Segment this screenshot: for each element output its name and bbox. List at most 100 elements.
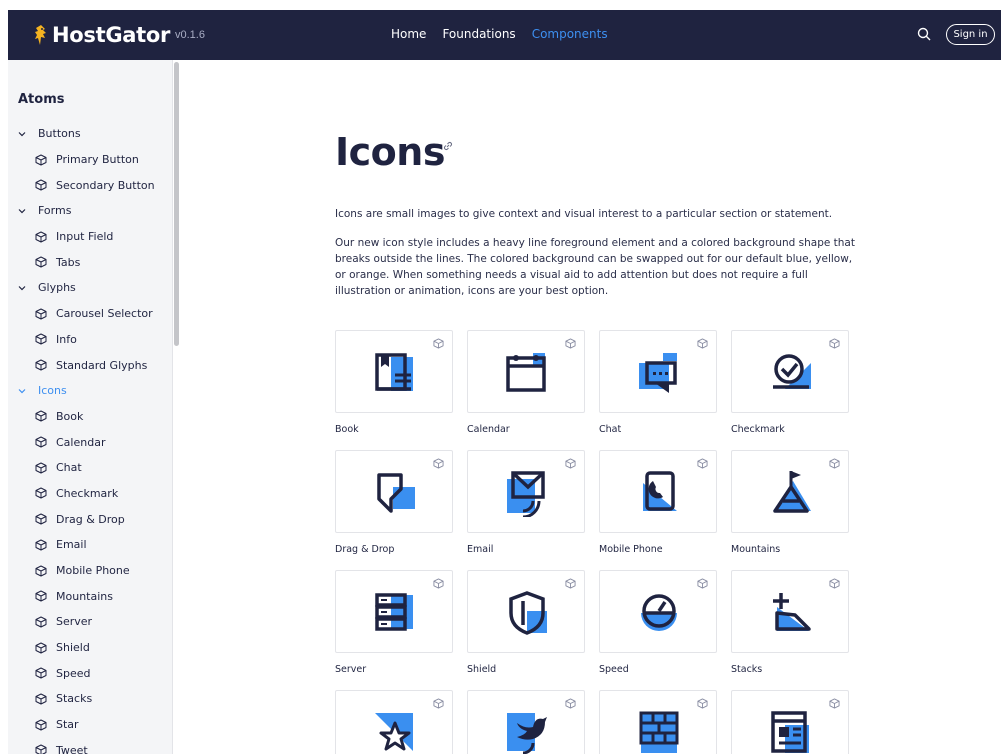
sidebar-item-email[interactable]: Email: [8, 532, 173, 558]
cube-icon: [35, 744, 47, 754]
sidebar-group-glyphs[interactable]: Glyphs: [8, 275, 173, 301]
icon-card[interactable]: [599, 450, 717, 533]
cube-icon: [35, 667, 47, 679]
cube-icon: [35, 179, 47, 191]
cube-icon: [565, 338, 576, 349]
nav-components[interactable]: Components: [532, 27, 608, 41]
gator-logo-icon: [35, 25, 46, 45]
icon-tile-shield: Shield: [467, 570, 585, 675]
icon-card-label: Shield: [467, 664, 497, 675]
chat-icon: [639, 353, 677, 393]
sidebar-item-label: Carousel Selector: [56, 307, 153, 321]
mobile-phone-icon: [643, 471, 677, 511]
sidebar-group-buttons[interactable]: Buttons: [8, 121, 173, 147]
sidebar-item-label: Email: [56, 538, 87, 552]
sidebar-item-server[interactable]: Server: [8, 609, 173, 635]
sidebar-item-calendar[interactable]: Calendar: [8, 429, 173, 455]
cube-icon: [35, 436, 47, 448]
sidebar-item-speed[interactable]: Speed: [8, 660, 173, 686]
page-title: Icons: [335, 130, 445, 174]
icon-card[interactable]: [335, 450, 453, 533]
sidebar-item-checkmark[interactable]: Checkmark: [8, 481, 173, 507]
cube-icon: [697, 338, 708, 349]
icon-card[interactable]: [335, 690, 453, 754]
sidebar-item-tabs[interactable]: Tabs: [8, 249, 173, 275]
nav-foundations[interactable]: Foundations: [442, 27, 515, 41]
sidebar-item-stacks[interactable]: Stacks: [8, 686, 173, 712]
cube-icon: [35, 487, 47, 499]
icon-card[interactable]: [467, 690, 585, 754]
sidebar-item-info[interactable]: Info: [8, 327, 173, 353]
chevron-down-icon: [18, 131, 26, 137]
sidebar-item-tweet[interactable]: Tweet: [8, 738, 173, 754]
sidebar-group-icons[interactable]: Icons: [8, 378, 173, 404]
sidebar-item-label: Primary Button: [56, 153, 139, 167]
sidebar-item-secondary-button[interactable]: Secondary Button: [8, 172, 173, 198]
icon-card[interactable]: [599, 690, 717, 754]
sidebar-group-forms[interactable]: Forms: [8, 198, 173, 224]
icon-card[interactable]: [335, 330, 453, 413]
cube-icon: [35, 642, 47, 654]
icon-card-label: Mobile Phone: [599, 544, 663, 555]
sidebar-item-label: Chat: [56, 461, 82, 475]
sidebar-item-shield[interactable]: Shield: [8, 635, 173, 661]
sidebar-item-label: Input Field: [56, 230, 114, 244]
sidebar-item-input-field[interactable]: Input Field: [8, 224, 173, 250]
anchor-link-icon[interactable]: [442, 140, 454, 152]
sidebar-item-primary-button[interactable]: Primary Button: [8, 147, 173, 173]
cube-icon: [697, 458, 708, 469]
cube-icon: [35, 539, 47, 551]
icon-card-label: Speed: [599, 664, 629, 675]
icon-card[interactable]: [599, 330, 717, 413]
sidebar-item-label: Checkmark: [56, 486, 119, 500]
sidebar-item-chat[interactable]: Chat: [8, 455, 173, 481]
sidebar-item-mountains[interactable]: Mountains: [8, 583, 173, 609]
icon-card[interactable]: [731, 570, 849, 653]
nav-home[interactable]: Home: [391, 27, 426, 41]
cube-icon: [35, 590, 47, 602]
icon-card[interactable]: [731, 330, 849, 413]
cube-icon: [35, 359, 47, 371]
sidebar-item-book[interactable]: Book: [8, 404, 173, 430]
sidebar-item-label: Tabs: [56, 255, 81, 269]
sidebar-item-label: Info: [56, 332, 77, 346]
server-icon: [375, 593, 413, 631]
cube-icon: [829, 338, 840, 349]
search-button[interactable]: [914, 25, 934, 45]
sidebar-item-mobile-phone[interactable]: Mobile Phone: [8, 558, 173, 584]
icon-card[interactable]: [467, 330, 585, 413]
sidebar-item-standard-glyphs[interactable]: Standard Glyphs: [8, 352, 173, 378]
description-paragraph: Our new icon style includes a heavy line…: [335, 237, 855, 297]
icon-tile-server: Server: [335, 570, 453, 675]
icon-card-label: Email: [467, 544, 494, 555]
icon-card[interactable]: [467, 450, 585, 533]
icon-tile-checkmark: Checkmark: [731, 330, 849, 435]
cube-icon: [565, 458, 576, 469]
icon-tile-tweet: [467, 690, 585, 754]
hostgator-logo[interactable]: HostGator: [34, 23, 170, 47]
sidebar-item-label: Standard Glyphs: [56, 358, 148, 372]
sidebar-item-label: Forms: [38, 204, 72, 218]
sidebar-item-drag-drop[interactable]: Drag & Drop: [8, 506, 173, 532]
icon-tile-stacks: Stacks: [731, 570, 849, 675]
tweet-icon: [507, 713, 547, 754]
sign-in-button[interactable]: Sign in: [946, 24, 995, 45]
drag-drop-icon: [377, 473, 415, 513]
main-nav: Home Foundations Components: [391, 27, 608, 41]
chevron-down-icon: [18, 208, 26, 214]
icon-card[interactable]: [599, 570, 717, 653]
icon-card[interactable]: [467, 570, 585, 653]
sidebar-scrollbar[interactable]: [174, 62, 179, 346]
sidebar-item-star[interactable]: Star: [8, 712, 173, 738]
icon-card[interactable]: [335, 570, 453, 653]
icon-card[interactable]: [731, 450, 849, 533]
icon-card[interactable]: [731, 690, 849, 754]
firewall-icon: [639, 711, 679, 753]
version-label: v0.1.6: [175, 29, 205, 41]
mountains-icon: [773, 471, 811, 513]
cube-icon: [433, 458, 444, 469]
logo-text: HostGator: [52, 23, 171, 47]
icon-card-label: Calendar: [467, 424, 510, 435]
intro-paragraph: Icons are small images to give context a…: [335, 208, 833, 220]
sidebar-item-carousel-selector[interactable]: Carousel Selector: [8, 301, 173, 327]
